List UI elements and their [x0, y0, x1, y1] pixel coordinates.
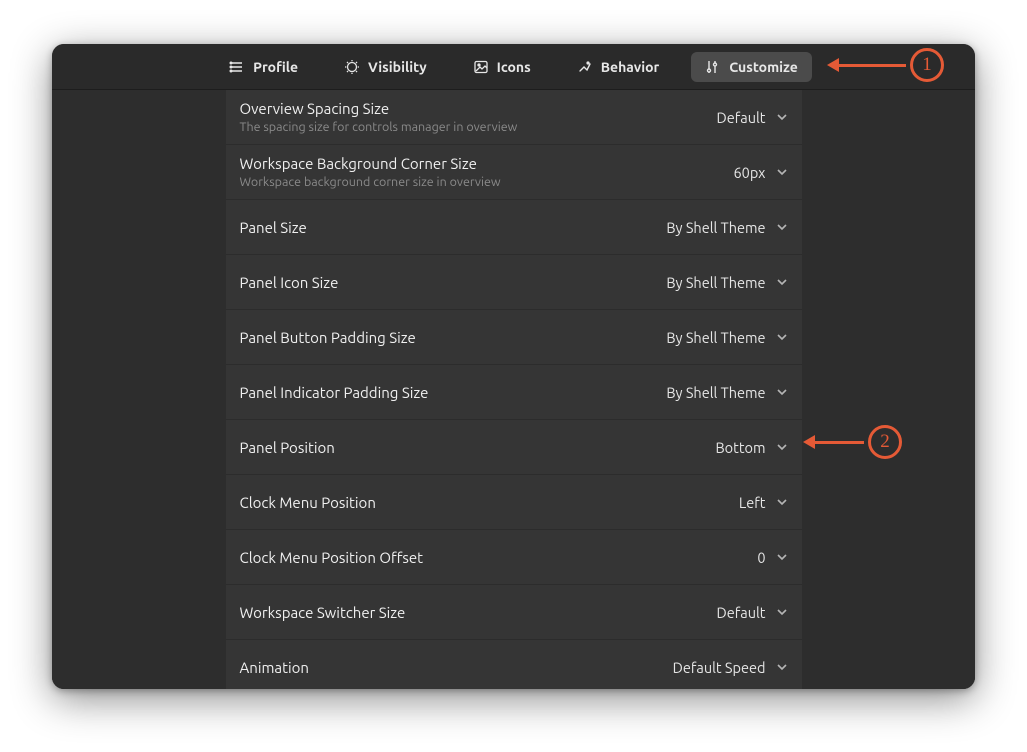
row-title: Panel Indicator Padding Size	[240, 384, 429, 401]
row-title: Panel Button Padding Size	[240, 329, 416, 346]
icons-icon	[473, 59, 489, 75]
row-value: Bottom	[715, 439, 765, 456]
tab-label: Behavior	[601, 59, 660, 75]
customize-icon	[705, 59, 721, 75]
row-value: By Shell Theme	[666, 384, 765, 401]
row-overview-spacing-size[interactable]: Overview Spacing Size The spacing size f…	[226, 90, 802, 145]
chevron-down-icon	[776, 111, 788, 123]
row-clock-menu-position[interactable]: Clock Menu Position Left	[226, 475, 802, 530]
tab-label: Visibility	[368, 59, 427, 75]
chevron-down-icon	[776, 276, 788, 288]
row-subtitle: The spacing size for controls manager in…	[240, 120, 518, 134]
content-area: Overview Spacing Size The spacing size f…	[52, 90, 975, 689]
row-title: Clock Menu Position Offset	[240, 549, 424, 566]
right-gutter	[802, 90, 976, 689]
row-subtitle: Workspace background corner size in over…	[240, 175, 501, 189]
row-title: Panel Size	[240, 219, 307, 236]
row-value: Left	[739, 494, 766, 511]
row-title: Panel Position	[240, 439, 335, 456]
chevron-down-icon	[776, 551, 788, 563]
row-value: Default	[717, 109, 766, 126]
chevron-down-icon	[776, 166, 788, 178]
behavior-icon	[577, 59, 593, 75]
tab-behavior[interactable]: Behavior	[563, 52, 674, 82]
tab-bar: Profile Visibility Icons	[52, 44, 975, 90]
settings-window: Profile Visibility Icons	[52, 44, 975, 689]
row-panel-size[interactable]: Panel Size By Shell Theme	[226, 200, 802, 255]
tab-visibility[interactable]: Visibility	[330, 52, 441, 82]
row-clock-menu-offset[interactable]: Clock Menu Position Offset 0	[226, 530, 802, 585]
tab-label: Customize	[729, 59, 798, 75]
row-title: Clock Menu Position	[240, 494, 376, 511]
left-gutter	[52, 90, 226, 689]
profile-icon	[229, 59, 245, 75]
row-value: Default Speed	[673, 659, 766, 676]
row-panel-icon-size[interactable]: Panel Icon Size By Shell Theme	[226, 255, 802, 310]
row-value: Default	[717, 604, 766, 621]
tab-profile[interactable]: Profile	[215, 52, 312, 82]
row-value: By Shell Theme	[666, 274, 765, 291]
row-animation[interactable]: Animation Default Speed	[226, 640, 802, 689]
row-value: By Shell Theme	[666, 329, 765, 346]
row-title: Animation	[240, 659, 310, 676]
row-workspace-switcher-size[interactable]: Workspace Switcher Size Default	[226, 585, 802, 640]
row-title: Panel Icon Size	[240, 274, 339, 291]
chevron-down-icon	[776, 386, 788, 398]
settings-list: Overview Spacing Size The spacing size f…	[226, 90, 802, 689]
tab-customize[interactable]: Customize	[691, 52, 812, 82]
tab-icons[interactable]: Icons	[459, 52, 545, 82]
row-panel-indicator-padding[interactable]: Panel Indicator Padding Size By Shell Th…	[226, 365, 802, 420]
chevron-down-icon	[776, 331, 788, 343]
chevron-down-icon	[776, 606, 788, 618]
row-value: 60px	[733, 164, 765, 181]
row-panel-button-padding[interactable]: Panel Button Padding Size By Shell Theme	[226, 310, 802, 365]
row-value: By Shell Theme	[666, 219, 765, 236]
chevron-down-icon	[776, 221, 788, 233]
tab-label: Profile	[253, 59, 298, 75]
row-title: Workspace Switcher Size	[240, 604, 406, 621]
row-panel-position[interactable]: Panel Position Bottom	[226, 420, 802, 475]
visibility-icon	[344, 59, 360, 75]
row-title: Workspace Background Corner Size	[240, 155, 501, 172]
row-value: 0	[757, 549, 765, 566]
row-workspace-bg-corner-size[interactable]: Workspace Background Corner Size Workspa…	[226, 145, 802, 200]
chevron-down-icon	[776, 441, 788, 453]
chevron-down-icon	[776, 496, 788, 508]
chevron-down-icon	[776, 661, 788, 673]
row-title: Overview Spacing Size	[240, 100, 518, 117]
tab-label: Icons	[497, 59, 531, 75]
